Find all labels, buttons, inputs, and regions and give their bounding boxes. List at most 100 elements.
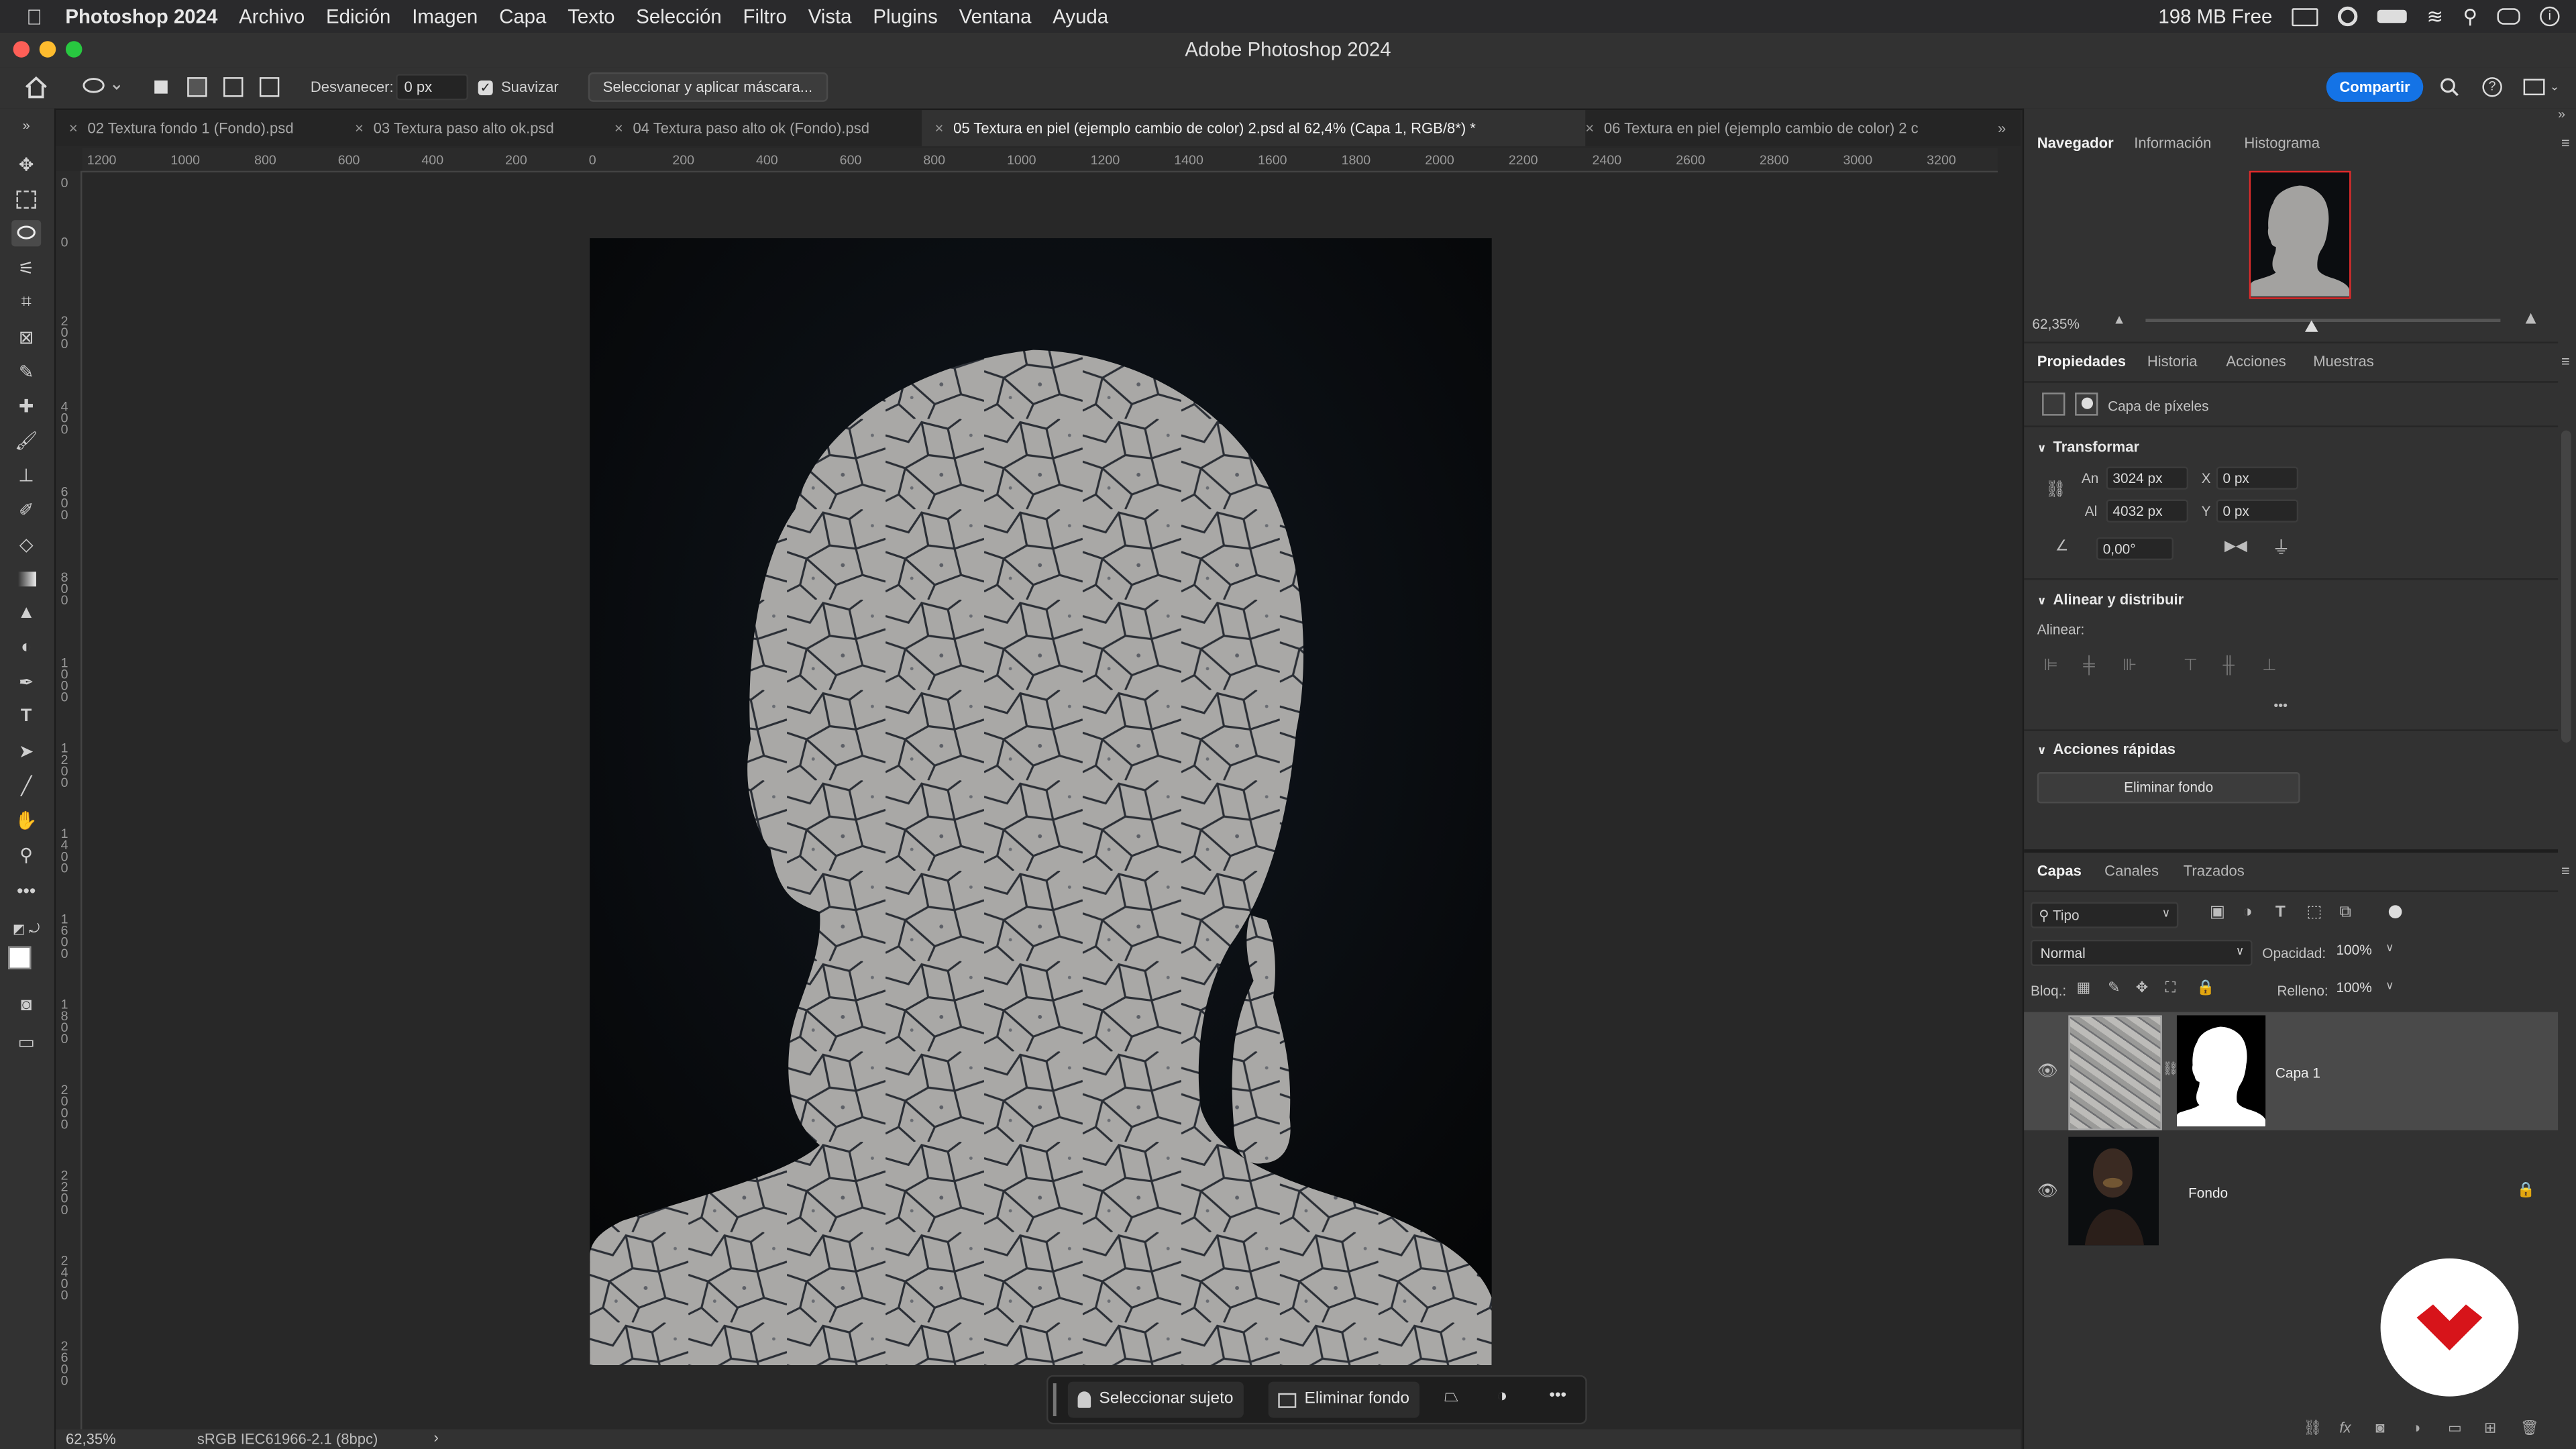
tab-acciones[interactable]: Acciones xyxy=(2226,354,2286,370)
foreground-color-swatch[interactable] xyxy=(8,946,32,969)
menu-plugins[interactable]: Plugins xyxy=(873,5,937,28)
width-input[interactable]: 3024 px xyxy=(2106,466,2189,490)
layer-lock-icon[interactable]: 🔒 xyxy=(2517,1181,2535,1199)
more-options-icon[interactable]: ••• xyxy=(1549,1387,1566,1405)
color-profile[interactable]: sRGB IEC61966-2.1 (8bpc) xyxy=(197,1431,378,1447)
mask-icon[interactable]: ◑ xyxy=(1497,1387,1507,1406)
select-and-mask-button[interactable]: Seleccionar y aplicar máscara... xyxy=(588,72,828,102)
close-tab-icon[interactable]: × xyxy=(1585,120,1594,136)
eraser-tool-icon[interactable]: ◇ xyxy=(11,531,41,557)
layer-row[interactable]: 👁 Fondo 🔒 xyxy=(2024,1134,2558,1252)
magic-wand-tool-icon[interactable]: ⚟ xyxy=(11,255,41,281)
align-left-icon[interactable]: ⊫ xyxy=(2044,657,2058,676)
close-tab-icon[interactable]: × xyxy=(69,120,78,136)
panel-menu-icon[interactable]: ≡ xyxy=(2561,863,2570,879)
link-layers-icon[interactable]: ⛓ xyxy=(2303,1419,2322,1438)
filter-adjustment-layer-icon[interactable]: ◑ xyxy=(2243,904,2253,922)
move-tool-icon[interactable]: ✥ xyxy=(11,151,41,177)
navigator-zoom-value[interactable]: 62,35% xyxy=(2032,315,2080,331)
layer-mask-thumbnail[interactable] xyxy=(2176,1015,2266,1128)
tab-document-02[interactable]: × 02 Textura fondo 1 (Fondo).psd xyxy=(56,110,355,146)
layer-row[interactable]: 👁 ⛓ Capa 1 xyxy=(2024,1012,2559,1130)
angle-input[interactable]: 0,00° xyxy=(2096,537,2174,561)
menu-filtro[interactable]: Filtro xyxy=(743,5,787,28)
transform-selection-icon[interactable]: ⏢ xyxy=(1444,1387,1459,1408)
intersect-selection-icon[interactable] xyxy=(259,74,280,100)
x-input[interactable]: 0 px xyxy=(2216,466,2299,490)
zoom-in-icon[interactable]: ▲ xyxy=(2522,309,2540,328)
link-dimensions-icon[interactable]: ⛓ xyxy=(2045,482,2066,500)
healing-brush-tool-icon[interactable]: ✚ xyxy=(11,392,41,419)
tab-document-03[interactable]: × 03 Textura paso alto ok.psd xyxy=(341,110,614,146)
lasso-tool-icon[interactable] xyxy=(11,220,42,247)
transform-section-header[interactable]: ∨ Transformar xyxy=(2037,439,2139,455)
lock-all-icon[interactable]: 🔒 xyxy=(2196,979,2214,998)
lasso-tool-preset-icon[interactable] xyxy=(80,74,120,100)
group-icon[interactable]: ▭ xyxy=(2448,1419,2462,1438)
layer-mask-icon[interactable] xyxy=(2075,392,2098,416)
panel-menu-icon[interactable]: ≡ xyxy=(2561,135,2570,151)
tab-document-06[interactable]: × 06 Textura en piel (ejemplo cambio de c… xyxy=(1572,110,1985,146)
filter-smart-object-icon[interactable]: ⧉ xyxy=(2339,904,2351,922)
add-mask-icon[interactable]: ◙ xyxy=(2375,1419,2384,1436)
menu-ventana[interactable]: Ventana xyxy=(959,5,1032,28)
menu-ayuda[interactable]: Ayuda xyxy=(1053,5,1108,28)
feather-input[interactable]: 0 px xyxy=(396,74,468,101)
marquee-tool-icon[interactable] xyxy=(11,186,41,212)
menu-vista[interactable]: Vista xyxy=(808,5,852,28)
zoom-level[interactable]: 62,35% xyxy=(66,1431,116,1447)
tab-histograma[interactable]: Histograma xyxy=(2244,135,2320,151)
layer-name[interactable]: Capa 1 xyxy=(2275,1065,2320,1081)
layer-name[interactable]: Fondo xyxy=(2188,1185,2228,1201)
lock-transparent-pixels-icon[interactable]: ▦ xyxy=(2077,979,2091,998)
clone-stamp-tool-icon[interactable]: ⊥ xyxy=(11,462,41,488)
edit-toolbar-icon[interactable]: ••• xyxy=(11,879,41,905)
align-top-icon[interactable]: ⊤ xyxy=(2184,657,2198,676)
y-input[interactable]: 0 px xyxy=(2216,499,2299,523)
menu-archivo[interactable]: Archivo xyxy=(239,5,305,28)
align-center-horizontal-icon[interactable]: ╪ xyxy=(2083,657,2094,676)
app-menu[interactable]: Photoshop 2024 xyxy=(65,5,217,28)
drag-handle[interactable] xyxy=(1053,1383,1057,1417)
tab-document-05-active[interactable]: × 05 Textura en piel (ejemplo cambio de c… xyxy=(921,110,1586,146)
type-tool-icon[interactable]: T xyxy=(11,703,41,729)
frame-tool-icon[interactable]: ⊠ xyxy=(11,323,41,350)
remove-background-button[interactable]: Eliminar fondo xyxy=(1268,1381,1419,1418)
more-align-options-icon[interactable]: ••• xyxy=(2273,698,2288,713)
tab-navegador[interactable]: Navegador xyxy=(2037,135,2114,151)
close-tab-icon[interactable]: × xyxy=(355,120,364,136)
collapse-toolbar-icon[interactable]: » xyxy=(11,112,41,138)
blend-mode-dropdown[interactable]: Normal ∨ xyxy=(2030,939,2253,967)
zoom-slider-thumb[interactable] xyxy=(2304,320,2318,332)
search-icon[interactable] xyxy=(2440,74,2459,100)
line-tool-icon[interactable]: ╱ xyxy=(11,772,41,798)
tab-muestras[interactable]: Muestras xyxy=(2313,354,2374,370)
status-menu-arrow[interactable]: › xyxy=(434,1430,439,1446)
add-selection-icon[interactable] xyxy=(187,74,207,100)
layer-thumbnail[interactable] xyxy=(2068,1136,2159,1246)
document-canvas[interactable] xyxy=(590,238,1492,1366)
zoom-tool-icon[interactable]: ⚲ xyxy=(11,841,41,867)
eye-visibility-icon[interactable]: 👁 xyxy=(2037,1183,2058,1201)
quick-actions-section-header[interactable]: ∨ Acciones rápidas xyxy=(2037,741,2176,757)
lock-position-icon[interactable]: ✥ xyxy=(2136,979,2148,998)
info-icon[interactable]: i xyxy=(2540,6,2560,27)
pixel-layer-icon[interactable] xyxy=(2042,392,2065,416)
apple-menu-icon[interactable]:  xyxy=(26,4,42,29)
align-section-header[interactable]: ∨ Alinear y distribuir xyxy=(2037,592,2184,608)
close-tab-icon[interactable]: × xyxy=(614,120,623,136)
search-icon[interactable]: ⚲ xyxy=(2463,5,2478,28)
tab-canales[interactable]: Canales xyxy=(2104,863,2159,879)
remove-background-quick-action-button[interactable]: Eliminar fondo xyxy=(2037,772,2300,804)
align-right-icon[interactable]: ⊪ xyxy=(2123,657,2137,676)
filter-shape-layer-icon[interactable]: ⬚ xyxy=(2306,904,2322,922)
align-bottom-icon[interactable]: ⊥ xyxy=(2262,657,2276,676)
display-icon[interactable] xyxy=(2292,7,2318,25)
layer-filter-dropdown[interactable]: ⚲ Tipo ∨ xyxy=(2030,902,2179,928)
opacity-input[interactable]: 100% xyxy=(2331,940,2382,959)
home-icon[interactable] xyxy=(23,74,49,100)
lock-image-pixels-icon[interactable]: ✎ xyxy=(2108,979,2120,998)
collapse-panels-icon[interactable]: » xyxy=(2558,107,2565,121)
fill-dropdown-icon[interactable]: ∨ xyxy=(2385,979,2394,992)
blur-tool-icon[interactable]: ▲ xyxy=(11,600,41,626)
